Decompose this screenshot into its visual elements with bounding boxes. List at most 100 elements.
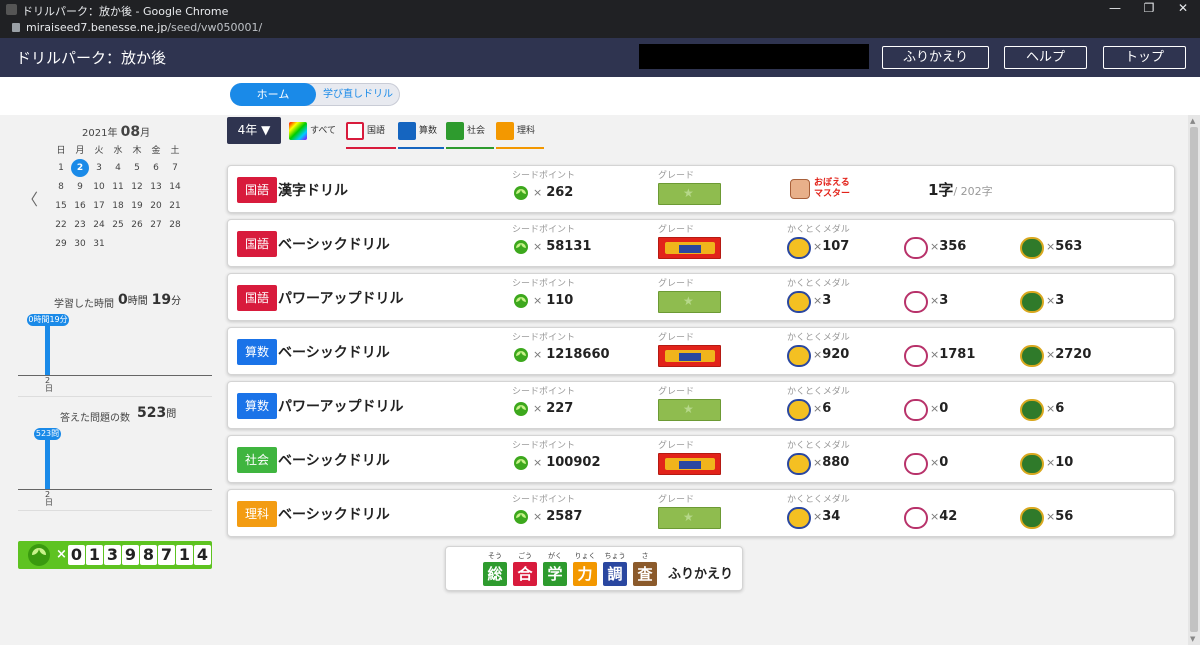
calendar-day[interactable]: 1 bbox=[52, 159, 70, 177]
rainbow-icon bbox=[289, 121, 307, 140]
calendar-day[interactable]: 11 bbox=[109, 178, 127, 196]
drill-name[interactable]: ベーシックドリル bbox=[278, 504, 390, 524]
tab-home[interactable]: ホーム bbox=[230, 83, 316, 106]
top-button[interactable]: トップ bbox=[1103, 46, 1186, 69]
seed-point-value: × 262 bbox=[533, 185, 573, 200]
review-button[interactable]: ふりかえり bbox=[882, 46, 989, 69]
grade-label: グレード bbox=[658, 333, 695, 343]
filter-tab-4[interactable]: 理科 bbox=[496, 117, 544, 149]
sogo-gakuryoku-review-button[interactable]: ふりかえり そう総 ごう合 がく学りょく力ちょう調 さ査 bbox=[445, 546, 743, 591]
drill-name[interactable]: ベーシックドリル bbox=[278, 450, 390, 470]
seed-point-label: シードポイント bbox=[512, 225, 576, 235]
calendar-day[interactable]: 5 bbox=[128, 159, 146, 177]
filter-tab-label: 国語 bbox=[367, 126, 386, 136]
drill-name[interactable]: パワーアップドリル bbox=[278, 288, 403, 308]
medal-number: 10 bbox=[1055, 455, 1074, 470]
calendar-day[interactable]: 29 bbox=[52, 235, 70, 253]
pink-medal-icon bbox=[904, 291, 928, 313]
drill-name[interactable]: ベーシックドリル bbox=[278, 234, 390, 254]
drill-card[interactable]: 国語 ベーシックドリル シードポイント × 58131 グレード かくとくメダル ×107 ×3… bbox=[227, 219, 1175, 267]
drill-card[interactable]: 国語漢字ドリル シードポイント ×262 グレードおぼえるマスター 1字/ 202字 bbox=[227, 165, 1175, 213]
filter-tab-0[interactable]: すべて bbox=[289, 117, 344, 149]
filter-tab-2[interactable]: 算数 bbox=[398, 117, 444, 149]
drill-card[interactable]: 算数パワーアップドリルシードポイント×227グレードかくとくメダル×6×0×6 bbox=[227, 381, 1175, 429]
seed-point-label: シードポイント bbox=[512, 333, 576, 343]
filter-tab-1[interactable]: 国語 bbox=[346, 117, 396, 149]
medal-count: ×920 bbox=[813, 347, 849, 362]
calendar-day[interactable]: 9 bbox=[71, 178, 89, 196]
grade-label: グレード bbox=[658, 441, 695, 451]
seed-sprout-icon bbox=[514, 186, 528, 200]
pink-medal-icon bbox=[904, 507, 928, 529]
calendar-day[interactable]: 16 bbox=[71, 197, 89, 215]
times-sign: × bbox=[533, 510, 543, 523]
calendar-day[interactable]: 28 bbox=[166, 216, 184, 234]
study-time-label: 学習した時間 bbox=[54, 299, 114, 310]
restore-icon[interactable]: ❐ bbox=[1134, 1, 1164, 15]
grade-select[interactable]: 4年 ▼ bbox=[227, 117, 281, 144]
thumbs-up-icon bbox=[790, 179, 810, 199]
calendar-day[interactable]: 8 bbox=[52, 178, 70, 196]
drill-card[interactable]: 理科ベーシックドリルシードポイント×2587グレードかくとくメダル×34×42×… bbox=[227, 489, 1175, 537]
medals-label: かくとくメダル bbox=[787, 387, 850, 397]
calendar-day[interactable]: 14 bbox=[166, 178, 184, 196]
grade-badge bbox=[658, 291, 721, 313]
scroll-down-icon[interactable]: ▼ bbox=[1190, 635, 1195, 643]
drill-card[interactable]: 国語パワーアップドリルシードポイント×110グレードかくとくメダル×3×3×3 bbox=[227, 273, 1175, 321]
calendar-day[interactable]: 6 bbox=[147, 159, 165, 177]
seed-sprout-icon bbox=[514, 402, 528, 416]
calendar-day[interactable]: 26 bbox=[128, 216, 146, 234]
drill-name[interactable]: ベーシックドリル bbox=[278, 342, 390, 362]
calendar-day[interactable]: 4 bbox=[109, 159, 127, 177]
drill-name[interactable]: パワーアップドリル bbox=[278, 396, 403, 416]
answered-bar bbox=[45, 440, 50, 489]
calendar-day[interactable]: 25 bbox=[109, 216, 127, 234]
times-sign: × bbox=[930, 510, 940, 523]
minimize-icon[interactable]: — bbox=[1100, 1, 1130, 15]
scroll-thumb[interactable] bbox=[1190, 127, 1198, 632]
counter-digit: 0 bbox=[68, 545, 85, 565]
medal-count: ×880 bbox=[813, 455, 849, 470]
calendar-day[interactable]: 2 bbox=[71, 159, 89, 177]
seed-counter: × 01398714 bbox=[18, 541, 212, 569]
calendar-day[interactable]: 22 bbox=[52, 216, 70, 234]
calendar-day[interactable]: 18 bbox=[109, 197, 127, 215]
counter-digit: 9 bbox=[122, 545, 139, 565]
calendar-day[interactable]: 24 bbox=[90, 216, 108, 234]
address-bar[interactable]: miraiseed7.benesse.ne.jp/seed/vw050001/ bbox=[12, 21, 262, 34]
calendar-day[interactable]: 10 bbox=[90, 178, 108, 196]
calendar-day[interactable]: 12 bbox=[128, 178, 146, 196]
master-label: おぼえるマスター bbox=[814, 178, 851, 199]
seed-point-number: 58131 bbox=[546, 239, 592, 254]
calendar-day[interactable]: 30 bbox=[71, 235, 89, 253]
calendar-year: 2021年 bbox=[82, 128, 118, 139]
calendar-day[interactable]: 7 bbox=[166, 159, 184, 177]
calendar-day[interactable]: 20 bbox=[147, 197, 165, 215]
calendar-day[interactable]: 23 bbox=[71, 216, 89, 234]
calendar-day[interactable]: 17 bbox=[90, 197, 108, 215]
tab-relearn-drill[interactable]: 学び直しドリル bbox=[316, 83, 400, 106]
lock-icon bbox=[12, 23, 20, 32]
filter-tab-3[interactable]: 社会 bbox=[446, 117, 494, 149]
calendar-day[interactable]: 27 bbox=[147, 216, 165, 234]
seed-sprout-icon bbox=[514, 294, 528, 308]
prev-week-icon[interactable]: 〈 bbox=[22, 186, 38, 210]
calendar-weekday: 水 bbox=[113, 146, 123, 156]
drill-card[interactable]: 算数 ベーシックドリル シードポイント × 1218660 グレード かくとくメダル ×920… bbox=[227, 327, 1175, 375]
calendar-day[interactable]: 13 bbox=[147, 178, 165, 196]
counter-digit: 4 bbox=[194, 545, 211, 565]
tab-strip bbox=[0, 77, 1200, 115]
drill-name[interactable]: 漢字ドリル bbox=[278, 180, 348, 200]
medal-count: ×0 bbox=[930, 401, 948, 416]
drill-card[interactable]: 社会 ベーシックドリル シードポイント × 100902 グレード かくとくメダル ×880 ×… bbox=[227, 435, 1175, 483]
calendar-day[interactable]: 3 bbox=[90, 159, 108, 177]
calendar-day[interactable]: 31 bbox=[90, 235, 108, 253]
calendar-day[interactable]: 15 bbox=[52, 197, 70, 215]
calendar-day[interactable]: 21 bbox=[166, 197, 184, 215]
main-scrollbar[interactable]: ▲ ▼ bbox=[1188, 115, 1200, 645]
medal-count: ×34 bbox=[813, 509, 840, 524]
scroll-up-icon[interactable]: ▲ bbox=[1190, 117, 1195, 125]
help-button[interactable]: ヘルプ bbox=[1004, 46, 1087, 69]
close-icon[interactable]: ✕ bbox=[1168, 1, 1198, 15]
calendar-day[interactable]: 19 bbox=[128, 197, 146, 215]
